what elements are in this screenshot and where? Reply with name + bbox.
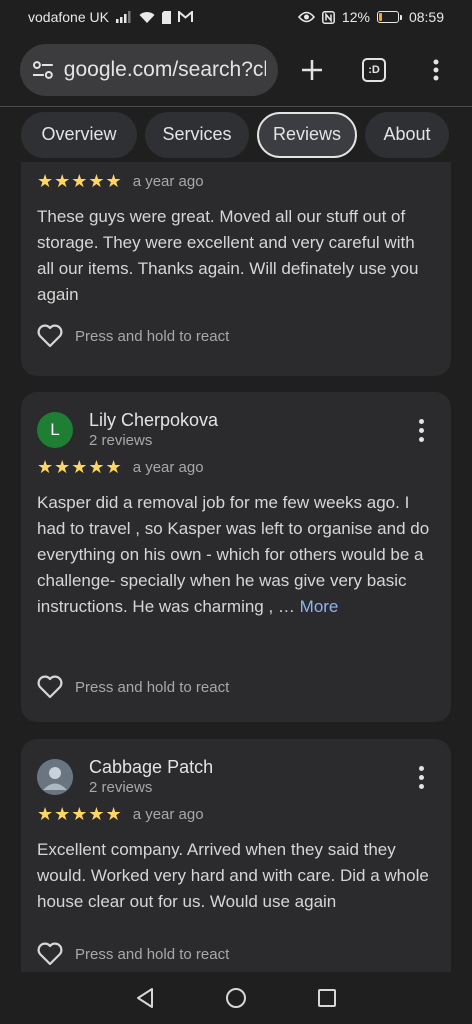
review-rating: ★★★★★ a year ago xyxy=(21,454,451,480)
review-time: a year ago xyxy=(132,172,204,190)
carrier-label: vodafone UK xyxy=(28,9,109,25)
battery-icon xyxy=(376,11,402,23)
more-link[interactable]: More xyxy=(300,597,339,616)
star-rating-icon: ★★★★★ xyxy=(37,170,123,191)
tab-services[interactable]: Services xyxy=(145,111,249,158)
battery-percent: 12% xyxy=(341,9,370,25)
tab-bar: Overview Services Reviews About xyxy=(0,107,472,162)
status-right: 12% 08:59 xyxy=(297,9,444,25)
clock: 08:59 xyxy=(408,9,444,25)
tab-overview[interactable]: Overview xyxy=(21,111,137,158)
star-rating-icon: ★★★★★ xyxy=(37,456,123,477)
status-left: vodafone UK xyxy=(28,9,193,25)
url-text: google.com/search?cl xyxy=(63,58,266,81)
status-bar: vodafone UK 12% 08:59 xyxy=(0,0,472,34)
reviewer-header: Cabbage Patch 2 reviews xyxy=(21,739,451,801)
review-text: These guys were great. Moved all our stu… xyxy=(37,207,419,304)
reviewer-info: Lily Cherpokova 2 reviews xyxy=(89,409,218,451)
browser-menu-button[interactable] xyxy=(412,46,460,94)
review-card: Cabbage Patch 2 reviews ★★★★★ a year ago… xyxy=(21,739,451,972)
review-options-button[interactable] xyxy=(409,410,433,450)
system-nav-bar xyxy=(0,972,472,1024)
gmail-icon xyxy=(177,11,193,22)
react-label: Press and hold to react xyxy=(75,945,230,963)
reviewer-name[interactable]: Lily Cherpokova xyxy=(89,409,218,431)
tab-about[interactable]: About xyxy=(365,111,449,158)
avatar[interactable] xyxy=(37,759,73,795)
tab-switcher-button[interactable]: :D xyxy=(350,46,398,94)
address-bar[interactable]: google.com/search?cl xyxy=(20,44,278,96)
star-rating-icon: ★★★★★ xyxy=(37,803,123,824)
eye-icon xyxy=(297,11,315,23)
review-count: 2 reviews xyxy=(89,432,153,449)
avatar[interactable]: L xyxy=(37,412,73,448)
review-rating: ★★★★★ a year ago xyxy=(21,801,451,827)
heart-icon xyxy=(37,675,63,699)
reviewer-info: Cabbage Patch 2 reviews xyxy=(89,756,213,798)
react-button[interactable]: Press and hold to react xyxy=(37,672,229,702)
react-label: Press and hold to react xyxy=(75,678,230,696)
review-text: Kasper did a removal job for me few week… xyxy=(37,493,430,616)
review-time: a year ago xyxy=(132,458,204,476)
back-triangle-icon xyxy=(137,988,154,1008)
reviewer-header: L Lily Cherpokova 2 reviews xyxy=(21,392,451,454)
react-button[interactable]: Press and hold to react xyxy=(37,939,229,969)
home-circle-icon xyxy=(225,988,246,1008)
new-tab-button[interactable] xyxy=(288,46,336,94)
review-rating: ★★★★★ a year ago xyxy=(21,168,204,194)
back-button[interactable] xyxy=(125,978,165,1018)
reviews-list: ★★★★★ a year ago These guys were great. … xyxy=(0,162,472,972)
review-count: 2 reviews xyxy=(89,779,153,796)
home-button[interactable] xyxy=(216,978,256,1018)
site-settings-icon[interactable] xyxy=(32,61,54,79)
tab-count: :D xyxy=(362,58,386,82)
sim-icon xyxy=(161,10,171,24)
react-button[interactable]: Press and hold to react xyxy=(37,321,229,351)
browser-toolbar: google.com/search?cl :D xyxy=(0,34,472,106)
reviewer-name[interactable]: Cabbage Patch xyxy=(89,756,213,778)
review-card: ★★★★★ a year ago These guys were great. … xyxy=(21,162,451,376)
review-time: a year ago xyxy=(132,805,204,823)
recents-button[interactable] xyxy=(307,978,347,1018)
more-vert-icon xyxy=(433,59,439,81)
heart-icon xyxy=(37,942,63,966)
review-card: L Lily Cherpokova 2 reviews ★★★★★ a year… xyxy=(21,392,451,722)
tab-reviews[interactable]: Reviews xyxy=(257,111,357,158)
signal-icon xyxy=(115,11,131,23)
wifi-icon xyxy=(139,12,155,23)
react-label: Press and hold to react xyxy=(75,327,230,345)
recents-square-icon xyxy=(317,989,336,1007)
review-text: Excellent company. Arrived when they sai… xyxy=(37,840,429,911)
nfc-icon xyxy=(321,10,335,24)
photo-avatar-icon xyxy=(37,759,73,795)
plus-icon xyxy=(302,60,322,80)
review-options-button[interactable] xyxy=(409,757,433,797)
heart-icon xyxy=(37,324,63,348)
